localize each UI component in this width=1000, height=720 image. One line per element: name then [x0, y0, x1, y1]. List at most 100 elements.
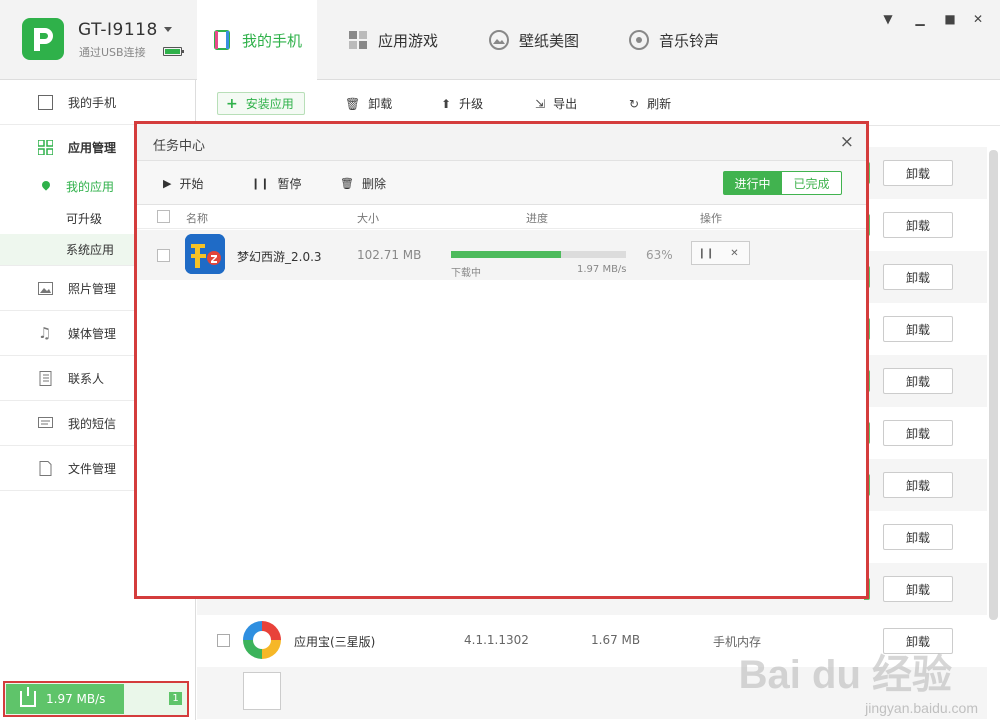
- install-app-button[interactable]: + 安装应用: [217, 92, 305, 115]
- cancel-task-button[interactable]: ✕: [720, 241, 750, 265]
- progress-fill: [451, 251, 562, 258]
- dialog-toolbar: ▶ 开始 ❙❙ 暂停 🗑 删除 进行中 已完成: [137, 161, 866, 205]
- download-status[interactable]: 1.97 MB/s 1: [3, 681, 189, 717]
- sidebar-item-label: 文件管理: [68, 461, 117, 476]
- tab-wallpapers[interactable]: 壁纸美图: [488, 0, 579, 80]
- app-logo: [22, 18, 64, 60]
- message-icon: [38, 416, 53, 431]
- battery-icon: [163, 47, 184, 56]
- download-icon: [20, 687, 36, 707]
- task-percent: 63%: [646, 248, 673, 262]
- row-uninstall-button[interactable]: 卸载: [883, 160, 953, 186]
- column-header-operations: 操作: [700, 212, 722, 225]
- location-pin-icon: [40, 179, 52, 191]
- tab-my-phone[interactable]: 我的手机: [197, 0, 317, 80]
- pause-task-button[interactable]: ❙❙: [691, 241, 721, 265]
- export-button[interactable]: ⇲ 导出: [535, 92, 577, 115]
- column-header-name[interactable]: 名称: [186, 210, 208, 226]
- dialog-header: 任务中心 ×: [137, 124, 866, 161]
- button-label: 暂停: [277, 177, 302, 191]
- row-uninstall-button[interactable]: 卸载: [883, 576, 953, 602]
- select-all-checkbox[interactable]: [157, 210, 170, 223]
- task-size: 102.71 MB: [357, 248, 422, 262]
- app-name: 应用宝(三星版): [294, 635, 376, 649]
- button-label: 卸载: [368, 97, 393, 111]
- row-checkbox[interactable]: [217, 634, 230, 647]
- phone-icon: [211, 29, 233, 51]
- wallpaper-icon: [488, 29, 510, 51]
- task-table-header: 名称 大小 进度 操作: [137, 205, 866, 229]
- game-icon: [185, 234, 225, 274]
- sidebar-subitem-label: 系统应用: [66, 243, 115, 257]
- app-size: 1.67 MB: [591, 633, 641, 647]
- app-icon: [243, 672, 281, 710]
- refresh-button[interactable]: ↻ 刷新: [629, 92, 671, 115]
- music-icon: [628, 29, 650, 51]
- trash-icon: 🗑: [345, 96, 361, 111]
- row-uninstall-button[interactable]: 卸载: [883, 524, 953, 550]
- top-bar: GT-I9118 通过USB连接 我的手机 应用游戏 壁纸美图 音乐铃声 ▼ ▁…: [0, 0, 1000, 80]
- upgrade-button[interactable]: ⬆ 升级: [441, 92, 483, 115]
- plus-icon: +: [226, 95, 238, 112]
- app-icon-center: [253, 631, 271, 649]
- sidebar-item-label: 媒体管理: [68, 326, 117, 341]
- column-header-size[interactable]: 大小: [357, 210, 379, 226]
- row-checkbox[interactable]: [157, 249, 170, 262]
- uninstall-button[interactable]: 🗑 卸载: [345, 92, 392, 115]
- chevron-down-icon[interactable]: [164, 27, 172, 32]
- download-speed: 1.97 MB/s: [46, 692, 106, 706]
- row-uninstall-button[interactable]: 卸载: [883, 472, 953, 498]
- sidebar-item-label: 我的短信: [68, 416, 117, 431]
- row-uninstall-button[interactable]: 卸载: [883, 212, 953, 238]
- watermark-logo: Bai du 经验: [738, 653, 952, 697]
- pause-button[interactable]: ❙❙ 暂停: [251, 175, 301, 192]
- row-uninstall-button[interactable]: 卸载: [883, 264, 953, 290]
- app-version: 4.1.1.1302: [464, 633, 529, 647]
- photo-icon: [38, 281, 53, 296]
- apps-grid-icon: [347, 29, 369, 51]
- task-speed: 1.97 MB/s: [577, 264, 627, 275]
- minimize-icon[interactable]: ▁: [912, 12, 928, 26]
- download-count-badge: 1: [169, 692, 182, 705]
- column-header-progress[interactable]: 进度: [526, 210, 548, 226]
- button-label: 开始: [179, 177, 204, 191]
- progress-bar: [451, 251, 626, 258]
- sidebar-subitem-label: 可升级: [66, 211, 103, 226]
- tab-in-progress[interactable]: 进行中: [723, 171, 782, 195]
- close-icon[interactable]: ✕: [970, 12, 986, 26]
- row-uninstall-button[interactable]: 卸载: [883, 420, 953, 446]
- scrollbar[interactable]: [989, 150, 998, 620]
- arrow-up-icon: ⬆: [441, 96, 452, 111]
- music-note-icon: ♫: [38, 323, 52, 342]
- tab-label: 应用游戏: [378, 31, 439, 50]
- device-name[interactable]: GT-I9118: [78, 20, 158, 40]
- watermark-url: jingyan.baidu.com: [865, 700, 978, 716]
- task-state: 下载中: [451, 268, 481, 279]
- close-icon[interactable]: ×: [840, 132, 854, 152]
- maximize-icon[interactable]: ■: [942, 12, 958, 26]
- task-center-dialog: 任务中心 × ▶ 开始 ❙❙ 暂停 🗑 删除 进行中 已完成 名称 大小 进度 …: [134, 121, 869, 599]
- start-button[interactable]: ▶ 开始: [163, 175, 203, 192]
- row-uninstall-button[interactable]: 卸载: [883, 316, 953, 342]
- task-row[interactable]: 梦幻西游_2.0.3 102.71 MB 下载中 1.97 MB/s 63% ❙…: [137, 230, 866, 280]
- menu-icon[interactable]: ▼: [880, 12, 896, 26]
- export-icon: ⇲: [535, 96, 546, 111]
- refresh-icon: ↻: [629, 96, 640, 111]
- download-speed-bar[interactable]: 1.97 MB/s: [6, 684, 124, 714]
- pause-icon: ❙❙: [697, 247, 715, 259]
- dialog-title: 任务中心: [153, 139, 206, 154]
- tab-music[interactable]: 音乐铃声: [628, 0, 719, 80]
- button-label: 升级: [459, 97, 484, 111]
- play-icon: ▶: [163, 177, 172, 190]
- connection-status: 通过USB连接: [79, 46, 146, 59]
- delete-button[interactable]: 🗑 删除: [340, 175, 386, 192]
- sidebar-item-label: 应用管理: [68, 141, 117, 155]
- tab-completed[interactable]: 已完成: [782, 171, 842, 195]
- phone-outline-icon: [38, 94, 53, 110]
- row-uninstall-button[interactable]: 卸载: [883, 368, 953, 394]
- task-name: 梦幻西游_2.0.3: [237, 250, 322, 264]
- app-toolbar: + 安装应用 🗑 卸载 ⬆ 升级 ⇲ 导出 ↻ 刷新: [197, 80, 1000, 126]
- sidebar-item-my-phone[interactable]: 我的手机: [0, 80, 195, 125]
- tab-apps-games[interactable]: 应用游戏: [347, 0, 438, 80]
- contacts-icon: [38, 370, 53, 386]
